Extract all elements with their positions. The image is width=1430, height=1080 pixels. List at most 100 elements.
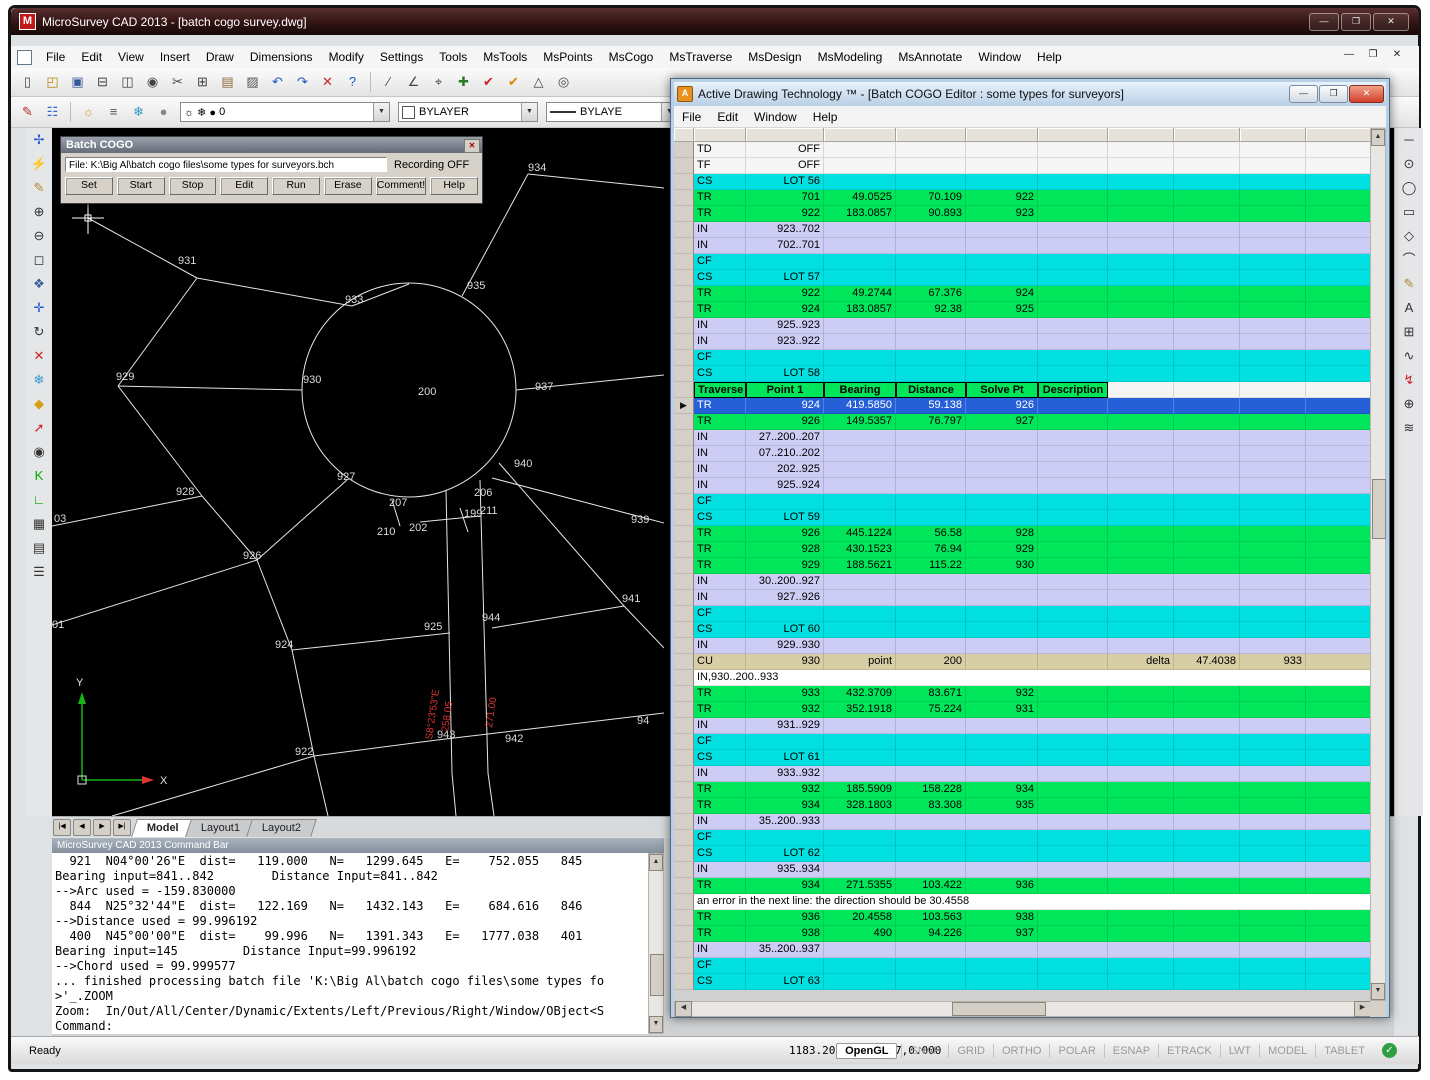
editor-close-button[interactable]: ✕ [1349,85,1384,103]
grid-cell[interactable] [1108,174,1174,190]
grid-cell[interactable] [1038,222,1108,238]
grid-cell[interactable] [896,350,966,366]
grid-cell[interactable] [1306,878,1372,894]
grid-cell[interactable]: 924 [966,286,1038,302]
grid-cell[interactable] [1038,254,1108,270]
grid-cell[interactable] [824,174,896,190]
grid-cell[interactable] [966,478,1038,494]
linetype-combo[interactable]: BYLAYE ▼ [546,102,678,122]
grid-cell[interactable]: IN [694,430,746,446]
grid-cell[interactable] [1240,686,1306,702]
grid-cell[interactable] [1306,622,1372,638]
grid-cell[interactable] [1174,270,1240,286]
grid-cell[interactable] [824,494,896,510]
grid-cell[interactable] [966,590,1038,606]
grid-cell[interactable]: 328.1803 [824,798,896,814]
grid-cell[interactable] [1038,862,1108,878]
grid-cell[interactable]: 67.376 [896,286,966,302]
row-gutter[interactable] [674,286,694,302]
grid-cell[interactable]: 430.1523 [824,542,896,558]
grid-cell[interactable] [1240,366,1306,382]
grid-cell[interactable] [1108,750,1174,766]
grid-cell[interactable]: IN [694,590,746,606]
dialog-close-icon[interactable]: ✕ [464,139,480,153]
grid-cell[interactable] [1174,398,1240,414]
grid-cell[interactable] [1038,270,1108,286]
grid-cell[interactable] [1306,958,1372,974]
grid-cell[interactable]: 935..934 [746,862,824,878]
grid-cell[interactable] [1240,414,1306,430]
grid-cell[interactable] [1306,542,1372,558]
row-gutter[interactable] [674,542,694,558]
angle-icon[interactable]: ∟ [27,489,51,511]
grid-cell[interactable] [1108,270,1174,286]
grid-cell[interactable] [1108,798,1174,814]
grid-cell[interactable] [1174,750,1240,766]
grid-cell[interactable] [1240,238,1306,254]
grid-cell[interactable]: CF [694,830,746,846]
grid-cell[interactable] [1174,382,1240,398]
row-gutter[interactable] [674,830,694,846]
grid-cell[interactable]: 432.3709 [824,686,896,702]
grid-cell[interactable] [966,494,1038,510]
grid-cell[interactable] [1174,926,1240,942]
grid-cell[interactable]: 929..930 [746,638,824,654]
grid-cell[interactable]: TR [694,910,746,926]
grid-cell[interactable]: IN [694,478,746,494]
grid-cell[interactable]: 83.671 [896,686,966,702]
grid-cell[interactable] [966,958,1038,974]
grid-cell[interactable] [1038,702,1108,718]
grid-cell[interactable]: IN [694,718,746,734]
leader-tool-icon[interactable]: ↯ [1397,369,1421,391]
row-gutter[interactable] [674,478,694,494]
grid-cell[interactable] [1174,334,1240,350]
grid-cell[interactable] [896,270,966,286]
grid-cell[interactable] [1038,318,1108,334]
check-red-icon[interactable]: ✔ [477,71,500,93]
grid-cell[interactable]: 932 [746,782,824,798]
grid-cell[interactable] [1108,830,1174,846]
grid-cell[interactable] [1174,702,1240,718]
grid-cell[interactable] [966,174,1038,190]
grid-cell[interactable] [966,462,1038,478]
grid-cell[interactable] [1306,862,1372,878]
grid-cell[interactable]: 07..210..202 [746,446,824,462]
row-gutter[interactable] [674,846,694,862]
grid-cell[interactable] [896,158,966,174]
minimize-button[interactable]: — [1309,13,1339,31]
grid-cell[interactable]: OFF [746,142,824,158]
grid-cell[interactable]: TR [694,542,746,558]
grid-cell[interactable]: CS [694,750,746,766]
grid-cell[interactable] [1306,286,1372,302]
grid-cell[interactable] [1306,382,1372,398]
row-gutter[interactable] [674,558,694,574]
grid-cell[interactable] [1240,750,1306,766]
grid-cell[interactable] [1306,846,1372,862]
dialog-button-edit[interactable]: Edit [220,177,268,195]
chevron-down-icon[interactable]: ▼ [373,103,389,121]
grid-cell[interactable] [966,830,1038,846]
row-gutter[interactable] [674,494,694,510]
insert-block-icon[interactable]: ✚ [452,71,475,93]
grid-cell[interactable] [746,606,824,622]
menu-item-mspoints[interactable]: MsPoints [535,48,600,66]
grid-cell[interactable] [966,350,1038,366]
grid-cell[interactable]: 938 [966,910,1038,926]
grid-cell[interactable]: 934 [966,782,1038,798]
grid-cell[interactable] [1240,222,1306,238]
grid-cell[interactable] [824,462,896,478]
grid-cell[interactable] [824,958,896,974]
grid-cell[interactable] [966,942,1038,958]
grid-cell[interactable] [1306,638,1372,654]
grid-cell[interactable]: IN [694,238,746,254]
grid-cell[interactable]: 445.1224 [824,526,896,542]
tab-layout1[interactable]: Layout1 [185,819,256,837]
scroll-thumb[interactable] [952,1002,1046,1016]
dialog-button-set[interactable]: Set [65,177,113,195]
grid-cell[interactable] [1038,398,1108,414]
grid-cell[interactable]: IN [694,814,746,830]
grid-cell[interactable] [1174,158,1240,174]
grid-cell[interactable] [1108,494,1174,510]
grid-cell[interactable] [896,318,966,334]
grid-cell[interactable] [1306,494,1372,510]
